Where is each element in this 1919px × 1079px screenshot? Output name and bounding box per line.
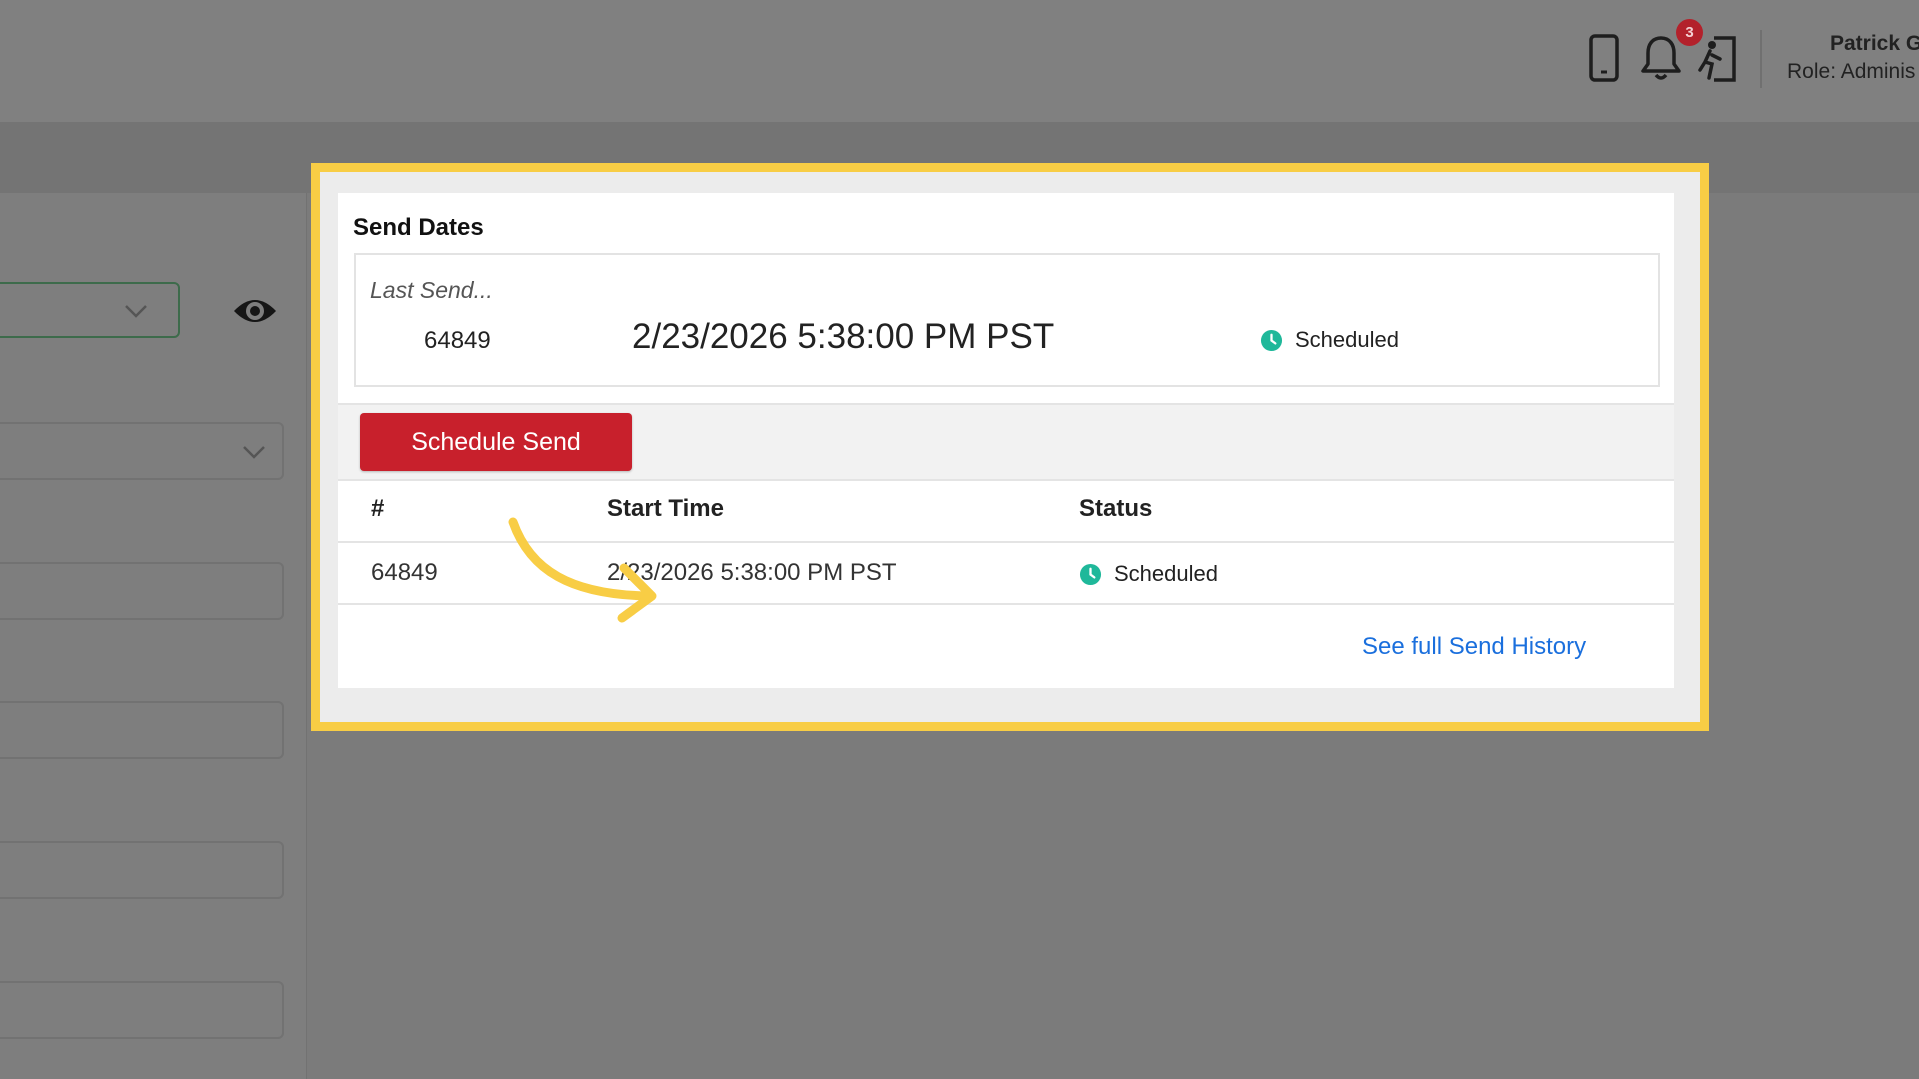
last-send-id: 64849 (424, 327, 491, 354)
clock-icon (1079, 563, 1102, 585)
last-send-status: Scheduled (1260, 327, 1399, 353)
column-header-status: Status (1079, 495, 1153, 522)
action-bar: Schedule Send (338, 403, 1674, 481)
chevron-down-icon (243, 446, 265, 459)
background-input[interactable] (0, 701, 284, 759)
user-role: Role: Adminis (1787, 60, 1916, 83)
clock-icon (1260, 329, 1283, 351)
last-send-label: Last Send... (370, 277, 493, 303)
last-send-time: 2/23/2026 5:38:00 PM PST (632, 317, 1055, 356)
mobile-device-icon[interactable] (1580, 30, 1628, 86)
card-title: Send Dates (353, 214, 484, 241)
chevron-down-icon (125, 305, 147, 318)
row-status: Scheduled (1079, 561, 1218, 587)
annotation-arrow-icon (508, 517, 657, 623)
schedule-send-button[interactable]: Schedule Send (360, 413, 632, 471)
last-send-box: Last Send... 64849 2/23/2026 5:38:00 PM … (354, 253, 1660, 387)
status-text: Scheduled (1295, 327, 1399, 352)
status-text: Scheduled (1114, 561, 1218, 586)
logout-icon[interactable] (1694, 30, 1742, 86)
background-input[interactable] (0, 562, 284, 620)
top-header: 3 Patrick G Role: Adminis (0, 0, 1919, 122)
send-history-link[interactable]: See full Send History (1362, 633, 1586, 661)
background-input[interactable] (0, 841, 284, 899)
header-divider (1760, 30, 1762, 88)
row-id: 64849 (371, 559, 438, 586)
column-header-number: # (371, 495, 385, 522)
background-input[interactable] (0, 981, 284, 1039)
background-select[interactable] (0, 282, 180, 338)
user-name[interactable]: Patrick G (1830, 32, 1919, 56)
background-select[interactable] (0, 422, 284, 480)
eye-icon[interactable] (232, 293, 278, 329)
